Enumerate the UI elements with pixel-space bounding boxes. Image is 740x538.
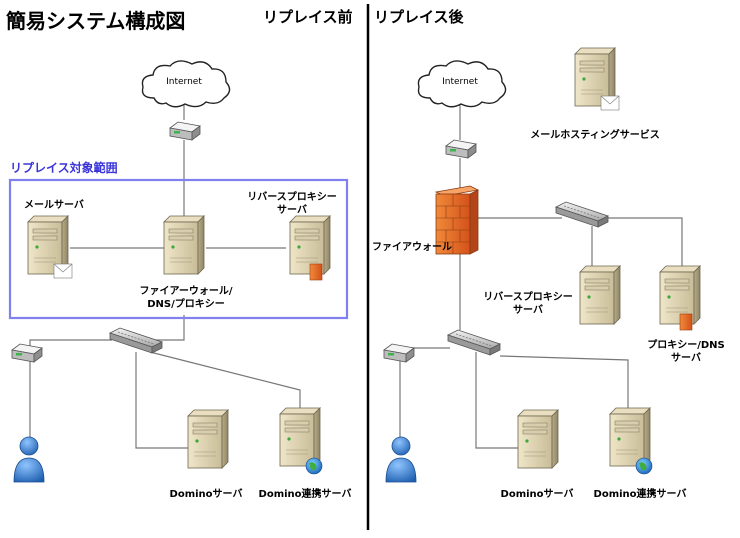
wire-hub-domino [135,352,190,449]
router-icon [169,121,201,141]
mail-server-label: メールサーバ [24,199,84,211]
proxy-dns-label-2: サーバ [671,352,701,364]
domino-link-server-icon-after [609,407,653,475]
wire-a-hub2-user [399,347,450,440]
domino-link-server-label: Domino連携サーバ [259,487,352,500]
mail-hosting-label: メールホスティングサービス [530,128,659,141]
fw-dns-proxy-label-2: DNS/プロキシー [147,297,225,310]
wire-hub-dominolink [149,351,301,410]
before-panel: 簡易システム構成図 リプレイス前 リプレイス対象範囲 Internet メールサ… [6,8,353,500]
domino-server-icon [187,409,229,469]
diagram-title: 簡易システム構成図 [6,9,185,33]
user-icon [13,436,45,483]
fw-dns-proxy-label-1: ファイアーウォール/ [139,285,232,297]
system-diagram: 簡易システム構成図 リプレイス前 リプレイス対象範囲 Internet メールサ… [0,0,740,538]
proxy-dns-server-icon [659,265,701,331]
proxy-dns-label-1: プロキシー/DNS [647,338,725,351]
reverse-proxy-label-after-2: サーバ [513,304,543,316]
hub-icon [109,327,163,354]
replace-scope-label: リプレイス対象範囲 [10,160,118,175]
domino-link-server-label-after: Domino連携サーバ [594,487,687,500]
reverse-proxy-label-2: サーバ [277,204,307,216]
mail-server-icon [27,215,73,279]
hub-icon-after-top [555,201,609,228]
internet-label-after: Internet [442,77,478,87]
hub-icon-after [447,329,501,356]
internet-label: Internet [166,77,202,87]
user-router-icon-after [383,343,415,363]
router-icon-after [445,139,477,159]
fw-dns-proxy-server-icon [163,215,205,275]
user-icon-after [385,436,417,483]
domino-server-icon-after [517,409,559,469]
diagram-canvas: 簡易システム構成図 リプレイス前 リプレイス対象範囲 Internet メールサ… [6,4,725,530]
wire-a-hub-proxydns [605,217,683,268]
wire-a-hub2-domino [475,352,520,449]
user-router-icon [11,343,43,363]
domino-server-label: Dominoサーバ [170,488,243,500]
before-heading: リプレイス前 [263,8,353,26]
wire-a-hub2-dominolink [499,355,629,410]
reverse-proxy-server-icon-after [579,265,621,325]
domino-server-label-after: Dominoサーバ [501,488,574,500]
after-panel: リプレイス後 Internet メールホスティングサービス ファイアウォール リ… [372,8,725,500]
domino-link-server-icon [279,407,323,475]
reverse-proxy-server-icon [289,215,331,281]
reverse-proxy-label-after-1: リバースプロキシー [483,290,573,303]
after-heading: リプレイス後 [374,8,465,26]
mail-hosting-server-icon [574,47,620,111]
reverse-proxy-label-1: リバースプロキシー [247,190,337,203]
firewall-label: ファイアウォール [372,241,452,253]
